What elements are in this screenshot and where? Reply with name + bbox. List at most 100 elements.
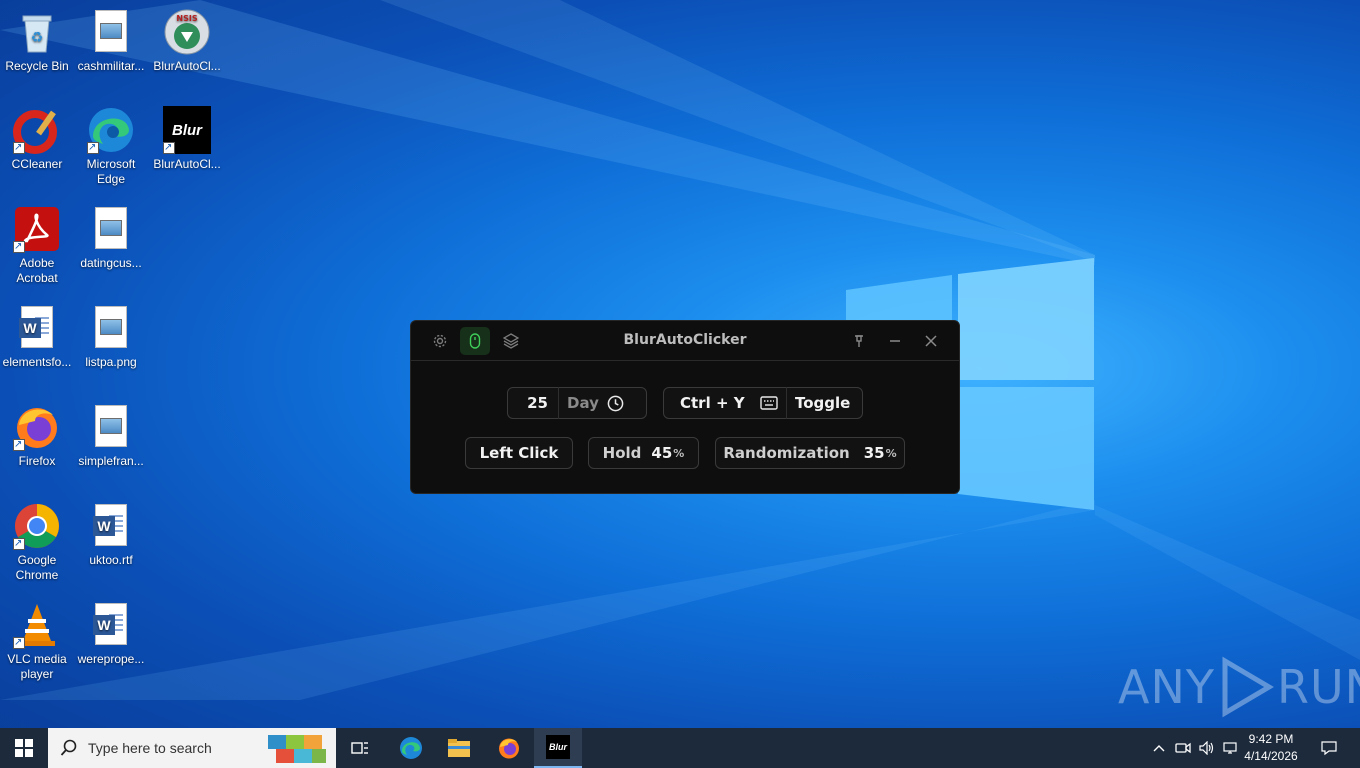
- ccleaner-icon: [13, 106, 61, 155]
- shortcut-arrow-icon: [13, 140, 25, 155]
- window-titlebar[interactable]: BlurAutoClicker: [411, 321, 959, 361]
- desktop-icon-label: elementsfo...: [2, 355, 72, 369]
- desktop-icon-datingcus[interactable]: datingcus...: [74, 205, 148, 271]
- taskbar-clock[interactable]: 9:42 PM 4/14/2026: [1240, 731, 1302, 765]
- randomization-percent-sign: %: [885, 446, 897, 460]
- desktop-icon-adobe-acrobat[interactable]: Adobe Acrobat: [0, 205, 74, 286]
- desktop-icon-ccleaner[interactable]: CCleaner: [0, 106, 74, 172]
- hold-value[interactable]: 45: [651, 444, 672, 462]
- watermark-right-text: RUN: [1276, 660, 1360, 714]
- blur-app-icon: Blur: [163, 106, 211, 155]
- desktop-icon-label: Google Chrome: [15, 553, 59, 582]
- recycle-bin-icon: ♻: [13, 8, 61, 56]
- network-button[interactable]: [1220, 728, 1242, 768]
- taskbar: Type here to search Blur 9:42 PM 4/14/20…: [0, 728, 1360, 768]
- task-view-icon: [351, 742, 368, 754]
- interval-value-input[interactable]: 25: [508, 394, 558, 412]
- hold-duration-control[interactable]: Hold 45 %: [588, 437, 699, 469]
- desktop-icon-elementsfo[interactable]: W elementsfo...: [0, 304, 74, 370]
- minimize-button[interactable]: [880, 327, 910, 355]
- taskbar-file-explorer-button[interactable]: [438, 728, 480, 768]
- shortcut-arrow-icon: [87, 140, 99, 155]
- desktop-icon-google-chrome[interactable]: Google Chrome: [0, 502, 74, 583]
- taskbar-edge-button[interactable]: [390, 728, 432, 768]
- volume-button[interactable]: [1196, 728, 1218, 768]
- chevron-up-icon: [1153, 745, 1165, 752]
- nsis-installer-icon: NSIS: [163, 8, 211, 56]
- vlc-cone-icon: [13, 601, 61, 650]
- close-button[interactable]: [916, 327, 946, 355]
- desktop-icon-label: Firefox: [18, 454, 56, 468]
- desktop-icon-uktoo[interactable]: W uktoo.rtf: [74, 502, 148, 568]
- desktop-icon-vlc[interactable]: VLC media player: [0, 601, 74, 682]
- desktop-icon-microsoft-edge[interactable]: Microsoft Edge: [74, 106, 148, 187]
- start-button[interactable]: [0, 728, 48, 768]
- interval-unit-select[interactable]: Day: [559, 394, 607, 412]
- image-file-icon: [87, 8, 135, 56]
- desktop-icon-simplefran[interactable]: simplefran...: [74, 403, 148, 469]
- adobe-acrobat-icon: [13, 205, 61, 254]
- action-center-button[interactable]: [1314, 728, 1344, 768]
- taskbar-blurautoclicker-button[interactable]: Blur: [534, 728, 582, 768]
- shortcut-arrow-icon: [13, 239, 25, 254]
- desktop-icon-label: cashmilitar...: [77, 59, 145, 73]
- firefox-icon: [499, 738, 519, 759]
- meet-now-button[interactable]: [1172, 728, 1194, 768]
- word-document-icon: W: [87, 601, 135, 649]
- desktop-icon-firefox[interactable]: Firefox: [0, 403, 74, 469]
- desktop-icon-label: wereprope...: [77, 652, 145, 666]
- anyrun-watermark: ANY RUN: [1118, 655, 1360, 719]
- randomization-label: Randomization: [723, 444, 850, 462]
- desktop-icon-label: Recycle Bin: [5, 59, 69, 73]
- svg-text:♻: ♻: [31, 30, 44, 46]
- show-hidden-icons-button[interactable]: [1150, 728, 1168, 768]
- camera-icon: [1175, 742, 1191, 754]
- randomization-value[interactable]: 35: [864, 444, 885, 462]
- desktop-icon-label: listpa.png: [85, 355, 137, 369]
- notification-icon: [1321, 741, 1337, 756]
- desktop-icon-label: BlurAutoCl...: [153, 59, 221, 73]
- randomization-control[interactable]: Randomization 35 %: [715, 437, 905, 469]
- image-file-icon: [87, 205, 135, 253]
- clock-icon: [607, 395, 624, 411]
- clock-date: 4/14/2026: [1244, 749, 1298, 763]
- windows-start-icon: [15, 739, 33, 757]
- desktop-icon-label: VLC media player: [7, 652, 67, 681]
- desktop-icon-recycle-bin[interactable]: ♻ Recycle Bin: [0, 8, 74, 74]
- keyboard-icon: [760, 396, 778, 410]
- desktop-icon-label: Microsoft Edge: [86, 157, 136, 186]
- word-document-icon: W: [87, 502, 135, 550]
- shortcut-arrow-icon: [13, 635, 25, 650]
- desktop-icon-cashmilitar[interactable]: cashmilitar...: [74, 8, 148, 74]
- shortcut-arrow-icon: [13, 437, 25, 452]
- desktop-icon-label: uktoo.rtf: [89, 553, 133, 567]
- taskbar-firefox-button[interactable]: [488, 728, 530, 768]
- desktop-icon-blurautoclicker[interactable]: Blur BlurAutoCl...: [150, 106, 224, 172]
- search-highlight-puzzle-icon: [268, 735, 326, 763]
- pin-button[interactable]: [844, 327, 874, 355]
- shortcut-arrow-icon: [13, 536, 25, 551]
- edge-icon: [87, 106, 135, 155]
- desktop-icon-label: Adobe Acrobat: [16, 256, 58, 285]
- desktop-icon-label: datingcus...: [80, 256, 142, 270]
- image-file-icon: [87, 403, 135, 451]
- task-view-button[interactable]: [340, 728, 380, 768]
- hotkey-value[interactable]: Ctrl + Y: [664, 394, 758, 412]
- desktop-icon-listpa[interactable]: listpa.png: [74, 304, 148, 370]
- pin-icon: [855, 335, 863, 347]
- network-icon: [1223, 742, 1237, 754]
- edge-icon: [400, 737, 422, 759]
- shortcut-arrow-icon: [163, 140, 175, 155]
- close-icon: [925, 335, 937, 347]
- desktop-icon-blurautoclicker-installer[interactable]: NSIS BlurAutoCl...: [150, 8, 224, 74]
- click-type-select[interactable]: Left Click: [465, 437, 573, 469]
- desktop-icon-label: simplefran...: [78, 454, 144, 468]
- nsis-logo-text: NSIS: [176, 14, 197, 23]
- hold-label: Hold: [602, 444, 642, 462]
- hotkey-mode-select[interactable]: Toggle: [787, 394, 850, 412]
- click-interval-control[interactable]: 25 Day: [507, 387, 647, 419]
- folder-icon: [448, 739, 470, 757]
- hotkey-control[interactable]: Ctrl + Y Toggle: [663, 387, 863, 419]
- desktop-icon-werepropе[interactable]: W wereprope...: [74, 601, 148, 667]
- taskbar-search-box[interactable]: Type here to search: [48, 728, 336, 768]
